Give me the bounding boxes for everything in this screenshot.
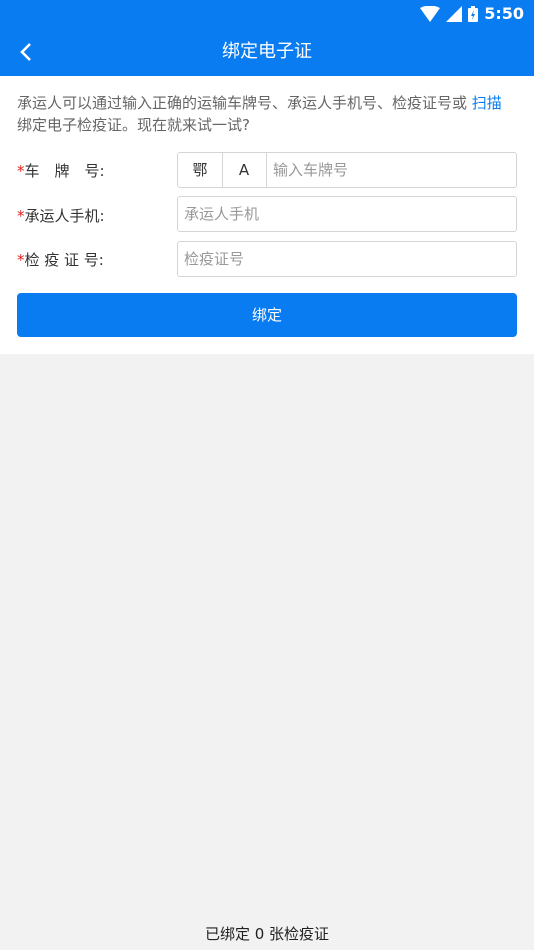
plate-number-input[interactable] — [267, 153, 516, 187]
cert-field — [177, 241, 517, 277]
required-mark: * — [17, 251, 25, 269]
bind-form-panel: 承运人可以通过输入正确的运输车牌号、承运人手机号、检疫证号或 扫描 绑定电子检疫… — [0, 76, 534, 354]
app-bar: 绑定电子证 — [0, 28, 534, 76]
intro-text-before: 承运人可以通过输入正确的运输车牌号、承运人手机号、检疫证号或 — [17, 94, 472, 112]
page-title: 绑定电子证 — [222, 41, 312, 62]
wifi-icon — [420, 5, 441, 22]
intro-text-after: 绑定电子检疫证。现在就来试一试? — [17, 116, 250, 134]
required-mark: * — [17, 207, 25, 225]
bind-button[interactable]: 绑定 — [17, 293, 517, 337]
plate-province-select[interactable]: 鄂 — [178, 153, 223, 187]
scan-link[interactable]: 扫描 — [472, 94, 502, 112]
phone-field — [177, 196, 517, 232]
cert-number-input[interactable] — [178, 242, 516, 276]
status-time: 5:50 — [484, 4, 524, 23]
phone-input[interactable] — [178, 197, 516, 231]
plate-label-text: 车 牌 号: — [24, 162, 105, 180]
intro-text: 承运人可以通过输入正确的运输车牌号、承运人手机号、检疫证号或 扫描 绑定电子检疫… — [17, 92, 512, 136]
cert-label: *检 疫 证 号: — [17, 249, 104, 270]
plate-label: *车 牌 号: — [17, 160, 105, 181]
cert-label-text: 检 疫 证 号: — [24, 251, 104, 269]
status-icons: 5:50 — [420, 4, 524, 23]
phone-label-text: 承运人手机: — [24, 207, 105, 225]
phone-label: *承运人手机: — [17, 205, 105, 226]
required-mark: * — [17, 162, 25, 180]
bound-count-text: 已绑定 0 张检疫证 — [204, 925, 330, 943]
battery-icon — [468, 5, 479, 22]
plate-field: 鄂 A — [177, 152, 517, 188]
plate-letter-select[interactable]: A — [222, 153, 267, 187]
status-bar: 5:50 — [0, 0, 534, 28]
signal-icon — [446, 5, 463, 22]
